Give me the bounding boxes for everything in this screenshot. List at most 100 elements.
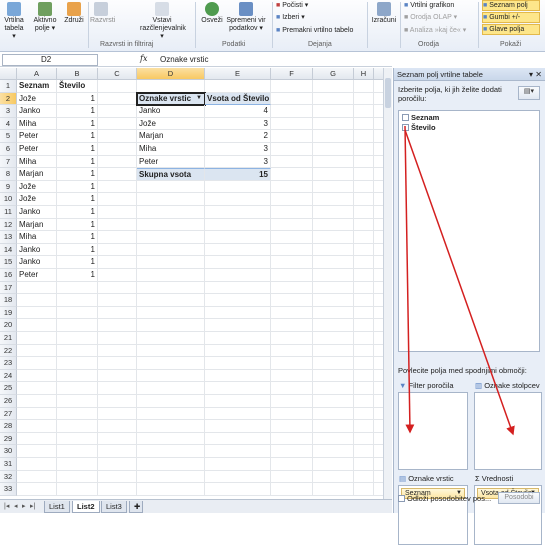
cell[interactable] <box>354 143 374 156</box>
cell[interactable] <box>205 294 271 307</box>
cell[interactable] <box>137 445 205 458</box>
cell[interactable] <box>354 445 374 458</box>
cell[interactable] <box>98 294 137 307</box>
cell[interactable] <box>17 483 57 496</box>
cell[interactable] <box>98 395 137 408</box>
cell[interactable] <box>271 458 313 471</box>
row-header[interactable]: 24 <box>0 369 17 383</box>
cell[interactable] <box>354 206 374 219</box>
row-header[interactable]: 11 <box>0 206 17 219</box>
row-header[interactable]: 29 <box>0 432 17 446</box>
cell[interactable] <box>271 395 313 408</box>
pivot-row-label[interactable]: Peter <box>137 155 205 169</box>
cell[interactable] <box>271 269 313 282</box>
cell[interactable] <box>137 432 205 446</box>
column-header[interactable]: B <box>57 68 98 80</box>
cell[interactable] <box>354 168 374 181</box>
row-header[interactable]: 3 <box>0 105 17 118</box>
cell[interactable] <box>354 470 374 484</box>
cell[interactable] <box>313 256 354 269</box>
cell[interactable] <box>98 281 137 295</box>
cell[interactable] <box>98 445 137 458</box>
cell[interactable] <box>205 193 271 206</box>
last-sheet-icon[interactable]: ▸| <box>30 502 35 510</box>
cell[interactable] <box>57 432 98 446</box>
cell[interactable] <box>98 168 137 181</box>
cell[interactable] <box>137 294 205 307</box>
row-header[interactable]: 17 <box>0 281 17 295</box>
buttons-toggle[interactable]: ■ Gumbi +/- <box>482 12 540 23</box>
cell[interactable] <box>98 243 137 257</box>
cell[interactable] <box>271 306 313 320</box>
cell[interactable] <box>137 395 205 408</box>
cell[interactable] <box>313 470 354 484</box>
cell[interactable] <box>354 357 374 370</box>
cell[interactable] <box>17 357 57 370</box>
row-header[interactable]: 7 <box>0 155 17 169</box>
column-header[interactable]: D <box>137 68 205 80</box>
cell[interactable] <box>137 306 205 320</box>
table-row-value[interactable]: 1 <box>57 243 98 257</box>
row-header[interactable]: 33 <box>0 483 17 496</box>
cell[interactable] <box>205 281 271 295</box>
table-row-value[interactable]: 1 <box>57 155 98 169</box>
cell[interactable] <box>271 231 313 244</box>
area-box-columns[interactable] <box>474 392 542 470</box>
cell[interactable] <box>57 306 98 320</box>
row-header[interactable]: 26 <box>0 395 17 408</box>
layout-options-button[interactable]: ▤▾ <box>518 86 540 100</box>
change-source-button[interactable]: Spremeni vir podatkov ▾ <box>226 2 266 33</box>
cell[interactable] <box>137 80 205 93</box>
cell[interactable] <box>271 168 313 181</box>
defer-update-option[interactable]: Odloži posodobitev pos... <box>398 494 491 503</box>
refresh-button[interactable]: Osveži <box>198 2 226 25</box>
vertical-scrollbar[interactable] <box>383 68 392 499</box>
cell[interactable] <box>137 420 205 433</box>
cell[interactable] <box>271 117 313 131</box>
cell[interactable] <box>313 332 354 345</box>
insert-slicer-button[interactable]: Vstavi razčlenjevalnik ▾ <box>140 2 186 41</box>
cell[interactable] <box>271 332 313 345</box>
cell[interactable] <box>57 344 98 358</box>
cell[interactable] <box>271 130 313 143</box>
cell[interactable] <box>354 193 374 206</box>
cell[interactable] <box>137 357 205 370</box>
cell[interactable] <box>354 458 374 471</box>
filter-dropdown-icon[interactable]: ▼ <box>196 95 204 101</box>
cell[interactable] <box>17 344 57 358</box>
table-row-name[interactable]: Miha <box>17 155 57 169</box>
cell[interactable] <box>98 105 137 118</box>
pivot-row-value[interactable]: 2 <box>205 130 271 143</box>
cell[interactable] <box>98 420 137 433</box>
pivot-row-label-header[interactable]: Oznake vrstic <box>136 91 206 107</box>
cell[interactable] <box>313 117 354 131</box>
cell[interactable] <box>137 269 205 282</box>
pivot-sum-header[interactable]: Vsota od Število <box>205 92 271 106</box>
row-header[interactable]: 16 <box>0 269 17 282</box>
cell[interactable] <box>17 319 57 332</box>
column-header[interactable]: F <box>271 68 313 80</box>
cell[interactable] <box>354 281 374 295</box>
cell[interactable] <box>137 382 205 395</box>
cell[interactable] <box>354 243 374 257</box>
cell[interactable] <box>17 470 57 484</box>
row-header[interactable]: 20 <box>0 319 17 332</box>
cell[interactable] <box>57 470 98 484</box>
cell[interactable] <box>354 80 374 93</box>
cell[interactable] <box>137 407 205 421</box>
row-header[interactable]: 1 <box>0 80 17 93</box>
what-if-button[interactable]: ■ Analiza »kaj če« ▾ <box>404 26 466 35</box>
cell[interactable] <box>354 483 374 496</box>
cell[interactable] <box>313 294 354 307</box>
cell[interactable] <box>17 420 57 433</box>
cell[interactable] <box>313 155 354 169</box>
pivot-chart-button[interactable]: ■ Vrtilni grafikon <box>404 1 454 10</box>
cell[interactable] <box>137 470 205 484</box>
table-row-value[interactable]: 1 <box>57 218 98 232</box>
cell[interactable] <box>271 206 313 219</box>
cell[interactable] <box>313 407 354 421</box>
cell[interactable] <box>205 256 271 269</box>
cell[interactable] <box>17 395 57 408</box>
table-row-value[interactable]: 1 <box>57 168 98 181</box>
row-header[interactable]: 18 <box>0 294 17 307</box>
